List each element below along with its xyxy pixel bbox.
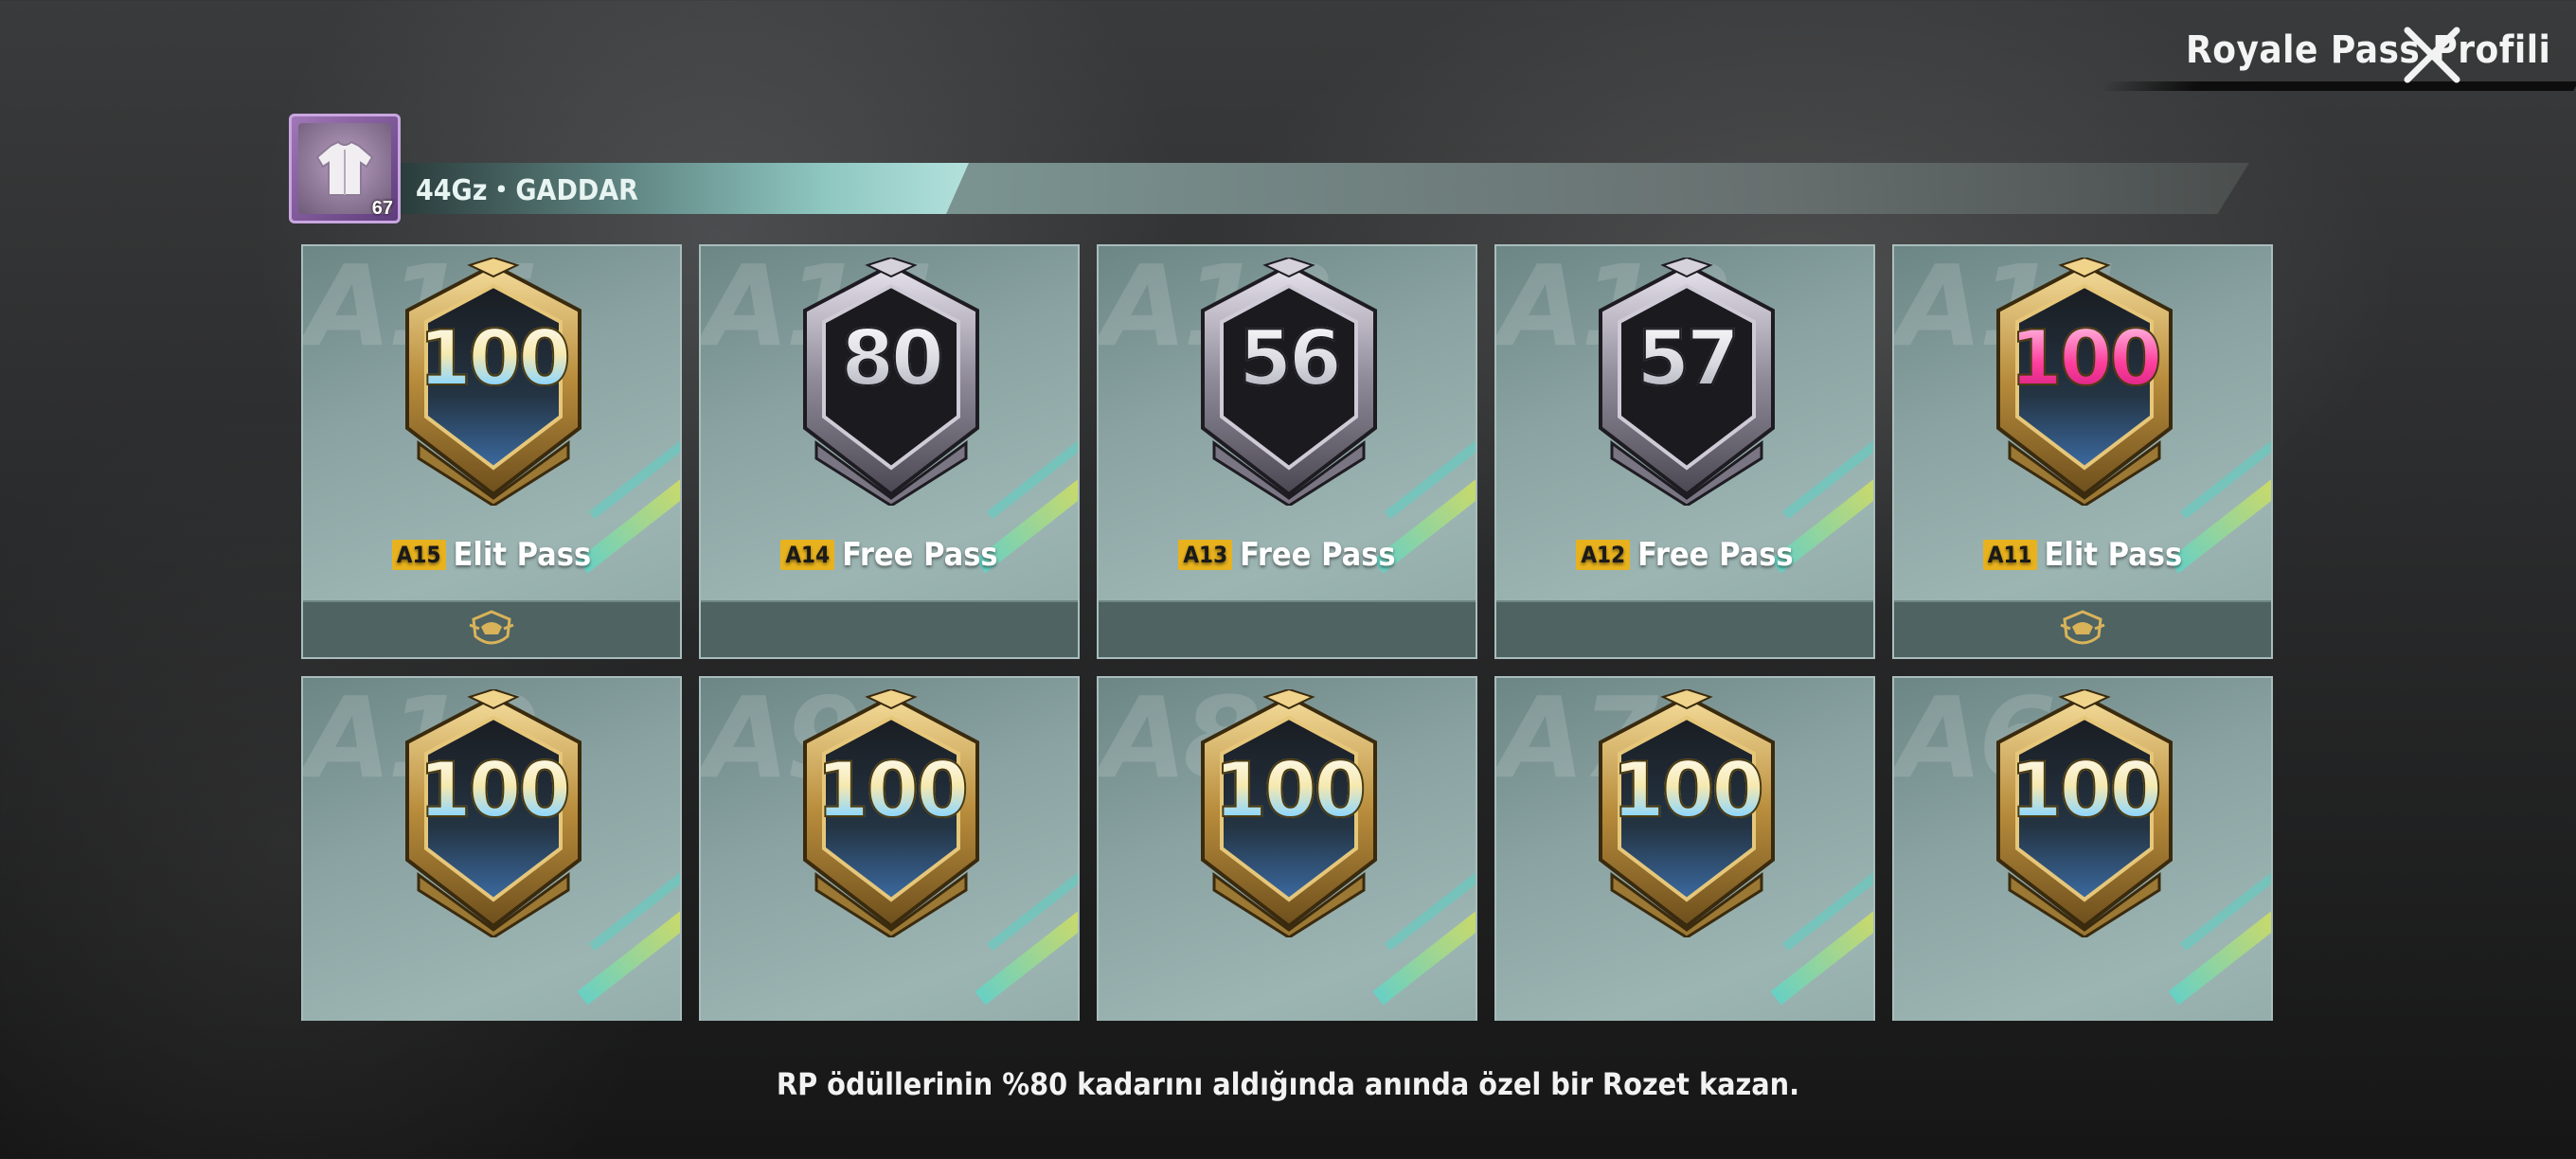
badge-card-a8[interactable]: A8 100 (1097, 676, 1477, 1021)
pass-label: A13 Free Pass (1099, 536, 1476, 574)
rank-badge: 100 (1583, 687, 1790, 939)
rank-badge: 100 (390, 687, 597, 939)
player-name: 44Gz・GADDAR (416, 174, 638, 207)
badge-level: 100 (1981, 745, 2188, 835)
badge-level: 80 (788, 313, 994, 403)
info-text: RP ödüllerinin %80 kadarını aldığında an… (776, 1066, 1800, 1102)
badge-level: 100 (1981, 313, 2188, 403)
badge-level: 100 (788, 745, 994, 835)
badge-level: 100 (390, 313, 597, 403)
pass-label: A11 Elit Pass (1894, 536, 2271, 574)
close-icon (2404, 27, 2460, 83)
season-tag: A14 (780, 540, 835, 570)
badge-grid: A15 100 A15Elit Pass A14 80 A14Free Pass A13 56… (301, 244, 2273, 1021)
rank-badge: 80 (788, 256, 994, 508)
rank-badge: 57 (1583, 256, 1790, 508)
avatar[interactable]: 67 (289, 114, 401, 223)
rank-badge: 56 (1186, 256, 1392, 508)
rank-badge: 100 (788, 687, 994, 939)
title-underline (2100, 81, 2576, 91)
avatar-level: 67 (371, 198, 393, 219)
badge-card-a12[interactable]: A12 57 A12Free Pass (1494, 244, 1875, 659)
badge-level: 100 (1583, 745, 1790, 835)
title-bar: Royale Pass Profili (2046, 19, 2576, 95)
season-tag: A11 (1982, 540, 2037, 570)
badge-card-a9[interactable]: A9 100 (699, 676, 1080, 1021)
pass-label: A14 Free Pass (701, 536, 1078, 574)
badge-level: 57 (1583, 313, 1790, 403)
badge-card-a6[interactable]: A6 100 (1892, 676, 2273, 1021)
badge-card-a11[interactable]: A11 100 A11Elit Pass (1892, 244, 2273, 659)
card-footer (701, 600, 1078, 657)
rank-badge: 100 (1186, 687, 1392, 939)
badge-card-a7[interactable]: A7 100 (1494, 676, 1875, 1021)
pass-type: Elit Pass (2044, 536, 2183, 574)
badge-card-a10[interactable]: A10100 (301, 676, 682, 1021)
season-tag: A15 (391, 540, 446, 570)
badge-level: 100 (1186, 745, 1392, 835)
pass-type: Elit Pass (453, 536, 592, 574)
pass-type: Free Pass (1240, 536, 1396, 574)
badge-card-a14[interactable]: A14 80 A14Free Pass (699, 244, 1080, 659)
badge-level: 100 (390, 745, 597, 835)
card-footer (1496, 600, 1873, 657)
card-footer (1099, 600, 1476, 657)
badge-card-a13[interactable]: A13 56 A13Free Pass (1097, 244, 1477, 659)
pass-label: A12 Free Pass (1496, 536, 1873, 574)
pass-type: Free Pass (1637, 536, 1794, 574)
card-footer (303, 600, 680, 657)
card-footer (1894, 600, 2271, 657)
season-tag: A13 (1178, 540, 1233, 570)
elite-pass-icon (2060, 610, 2105, 645)
page-title: Royale Pass Profili (2186, 28, 2551, 72)
jacket-icon (315, 140, 374, 196)
pass-label: A15 Elit Pass (303, 536, 680, 574)
elite-pass-icon (469, 610, 514, 645)
close-button[interactable] (2398, 21, 2466, 89)
badge-level: 56 (1186, 313, 1392, 403)
season-tag: A12 (1576, 540, 1631, 570)
badge-card-a15[interactable]: A15 100 A15Elit Pass (301, 244, 682, 659)
pass-type: Free Pass (842, 536, 998, 574)
rank-badge: 100 (1981, 256, 2188, 508)
rank-badge: 100 (390, 256, 597, 508)
profile-header: 44Gz・GADDAR 67 (289, 114, 2249, 225)
rank-badge: 100 (1981, 687, 2188, 939)
